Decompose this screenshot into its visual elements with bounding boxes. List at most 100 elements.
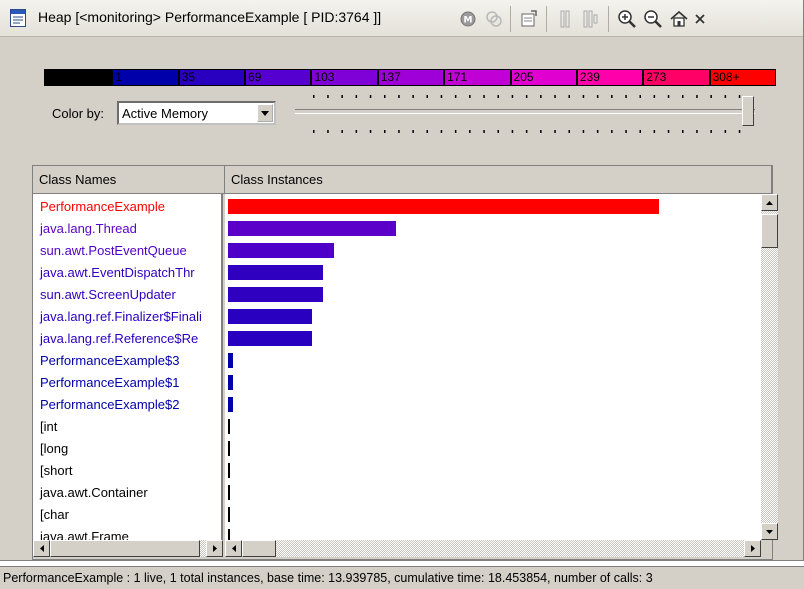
bars-horizontal-scrollbar[interactable]: [225, 540, 761, 557]
legend-segment: 35: [177, 70, 245, 85]
instance-bar[interactable]: [228, 463, 230, 478]
instance-bar[interactable]: [228, 485, 230, 500]
dropdown-arrow-icon[interactable]: [257, 104, 273, 122]
heap-table: Class Names Class Instances PerformanceE…: [32, 165, 778, 560]
class-name-row[interactable]: PerformanceExample: [40, 196, 165, 218]
slider-tick: [341, 130, 343, 133]
svg-text:M: M: [464, 16, 473, 26]
instance-bar[interactable]: [228, 287, 323, 302]
slider-tick: [540, 95, 542, 98]
slider-tick: [667, 95, 670, 98]
slider-ticks-top: [313, 95, 741, 98]
slider-ticks-bottom: [313, 130, 741, 133]
bars-horizontal-scroll-thumb[interactable]: [242, 540, 276, 557]
class-name-row[interactable]: [short: [40, 460, 73, 482]
class-name-row[interactable]: java.lang.ref.Finalizer$Finali: [40, 306, 202, 328]
slider-tick: [568, 95, 570, 98]
legend-segment: 239: [575, 70, 643, 85]
class-name-row[interactable]: java.awt.Frame: [40, 526, 129, 540]
instance-bar[interactable]: [228, 441, 230, 456]
slider-tick: [554, 130, 556, 133]
slider-tick: [384, 130, 386, 133]
slider-tick: [327, 130, 329, 133]
slider-tick: [682, 95, 684, 98]
slider-tick: [710, 130, 712, 133]
class-name-row[interactable]: java.lang.Thread: [40, 218, 137, 240]
zoom-out-icon[interactable]: [642, 8, 664, 30]
cycle-icon[interactable]: [483, 8, 505, 30]
instance-bar[interactable]: [228, 375, 233, 390]
scroll-right-icon[interactable]: [744, 540, 761, 557]
slider-tick: [696, 95, 698, 98]
slider-tick: [369, 130, 372, 133]
vertical-scrollbar[interactable]: [761, 194, 778, 540]
instance-bar[interactable]: [228, 331, 312, 346]
instance-bar[interactable]: [228, 265, 323, 280]
legend-segment: 69: [244, 70, 311, 85]
slider-tick: [313, 130, 315, 133]
instance-bar[interactable]: [228, 419, 230, 434]
slider-tick: [582, 95, 585, 98]
slider-tick: [611, 95, 613, 98]
slider-tick: [653, 95, 656, 98]
slider-tick: [653, 130, 656, 133]
instance-bar[interactable]: [228, 309, 312, 324]
color-by-select[interactable]: Active Memory: [117, 101, 276, 125]
instance-bar[interactable]: [228, 529, 230, 540]
slider-tick: [611, 130, 613, 133]
class-name-row[interactable]: sun.awt.ScreenUpdater: [40, 284, 176, 306]
vertical-scroll-thumb[interactable]: [761, 214, 778, 248]
class-name-row[interactable]: [long: [40, 438, 68, 460]
slider-tick: [483, 130, 485, 133]
slider-tick: [440, 95, 443, 98]
slider-tick: [454, 130, 457, 133]
class-name-row[interactable]: [int: [40, 416, 57, 438]
slider-tick: [511, 95, 514, 98]
title-bar: Heap [<monitoring> PerformanceExample [ …: [0, 0, 803, 37]
zoom-in-icon[interactable]: [616, 8, 638, 30]
names-horizontal-scroll-thumb[interactable]: [50, 540, 200, 557]
scroll-left-icon[interactable]: [33, 540, 50, 557]
instance-bar[interactable]: [228, 507, 230, 522]
slider-tick: [525, 95, 528, 98]
class-name-row[interactable]: java.lang.ref.Reference$Re: [40, 328, 198, 350]
home-icon[interactable]: [668, 8, 690, 30]
close-icon[interactable]: [690, 8, 710, 30]
instance-bar[interactable]: [228, 243, 334, 258]
scroll-left-icon[interactable]: [225, 540, 242, 557]
class-name-row[interactable]: java.awt.EventDispatchThr: [40, 262, 195, 284]
class-name-row[interactable]: PerformanceExample$1: [40, 372, 179, 394]
column-header-class-instances[interactable]: Class Instances: [225, 166, 772, 194]
class-name-row[interactable]: PerformanceExample$3: [40, 350, 179, 372]
slider-tick: [469, 95, 471, 98]
slider-tick: [440, 130, 443, 133]
names-horizontal-scrollbar[interactable]: [33, 540, 223, 557]
scroll-up-icon[interactable]: [761, 194, 778, 211]
threshold-slider[interactable]: [295, 92, 765, 138]
monitor-m-icon[interactable]: M: [457, 8, 479, 30]
class-name-row[interactable]: [char: [40, 504, 69, 526]
class-name-row[interactable]: PerformanceExample$2: [40, 394, 179, 416]
column-icon[interactable]: [554, 8, 576, 30]
slider-tick: [341, 95, 343, 98]
slider-tick: [738, 130, 741, 133]
class-name-row[interactable]: java.awt.Container: [40, 482, 148, 504]
slider-tick: [412, 130, 414, 133]
scroll-right-icon[interactable]: [206, 540, 223, 557]
slider-tick: [582, 130, 585, 133]
column-header-class-names[interactable]: Class Names: [33, 166, 225, 194]
instance-bar[interactable]: [228, 397, 233, 412]
column-split-icon[interactable]: [580, 8, 602, 30]
slider-thumb[interactable]: [742, 96, 754, 126]
slider-tick: [426, 95, 428, 98]
slider-tick: [497, 95, 499, 98]
slider-tick: [483, 95, 485, 98]
instance-bar[interactable]: [228, 199, 659, 214]
instance-bar[interactable]: [228, 221, 396, 236]
scroll-down-icon[interactable]: [761, 523, 778, 540]
export-icon[interactable]: [518, 8, 540, 30]
class-name-row[interactable]: sun.awt.PostEventQueue: [40, 240, 187, 262]
legend-segment: 205: [509, 70, 576, 85]
slider-tick: [625, 95, 627, 98]
instance-bar[interactable]: [228, 353, 233, 368]
